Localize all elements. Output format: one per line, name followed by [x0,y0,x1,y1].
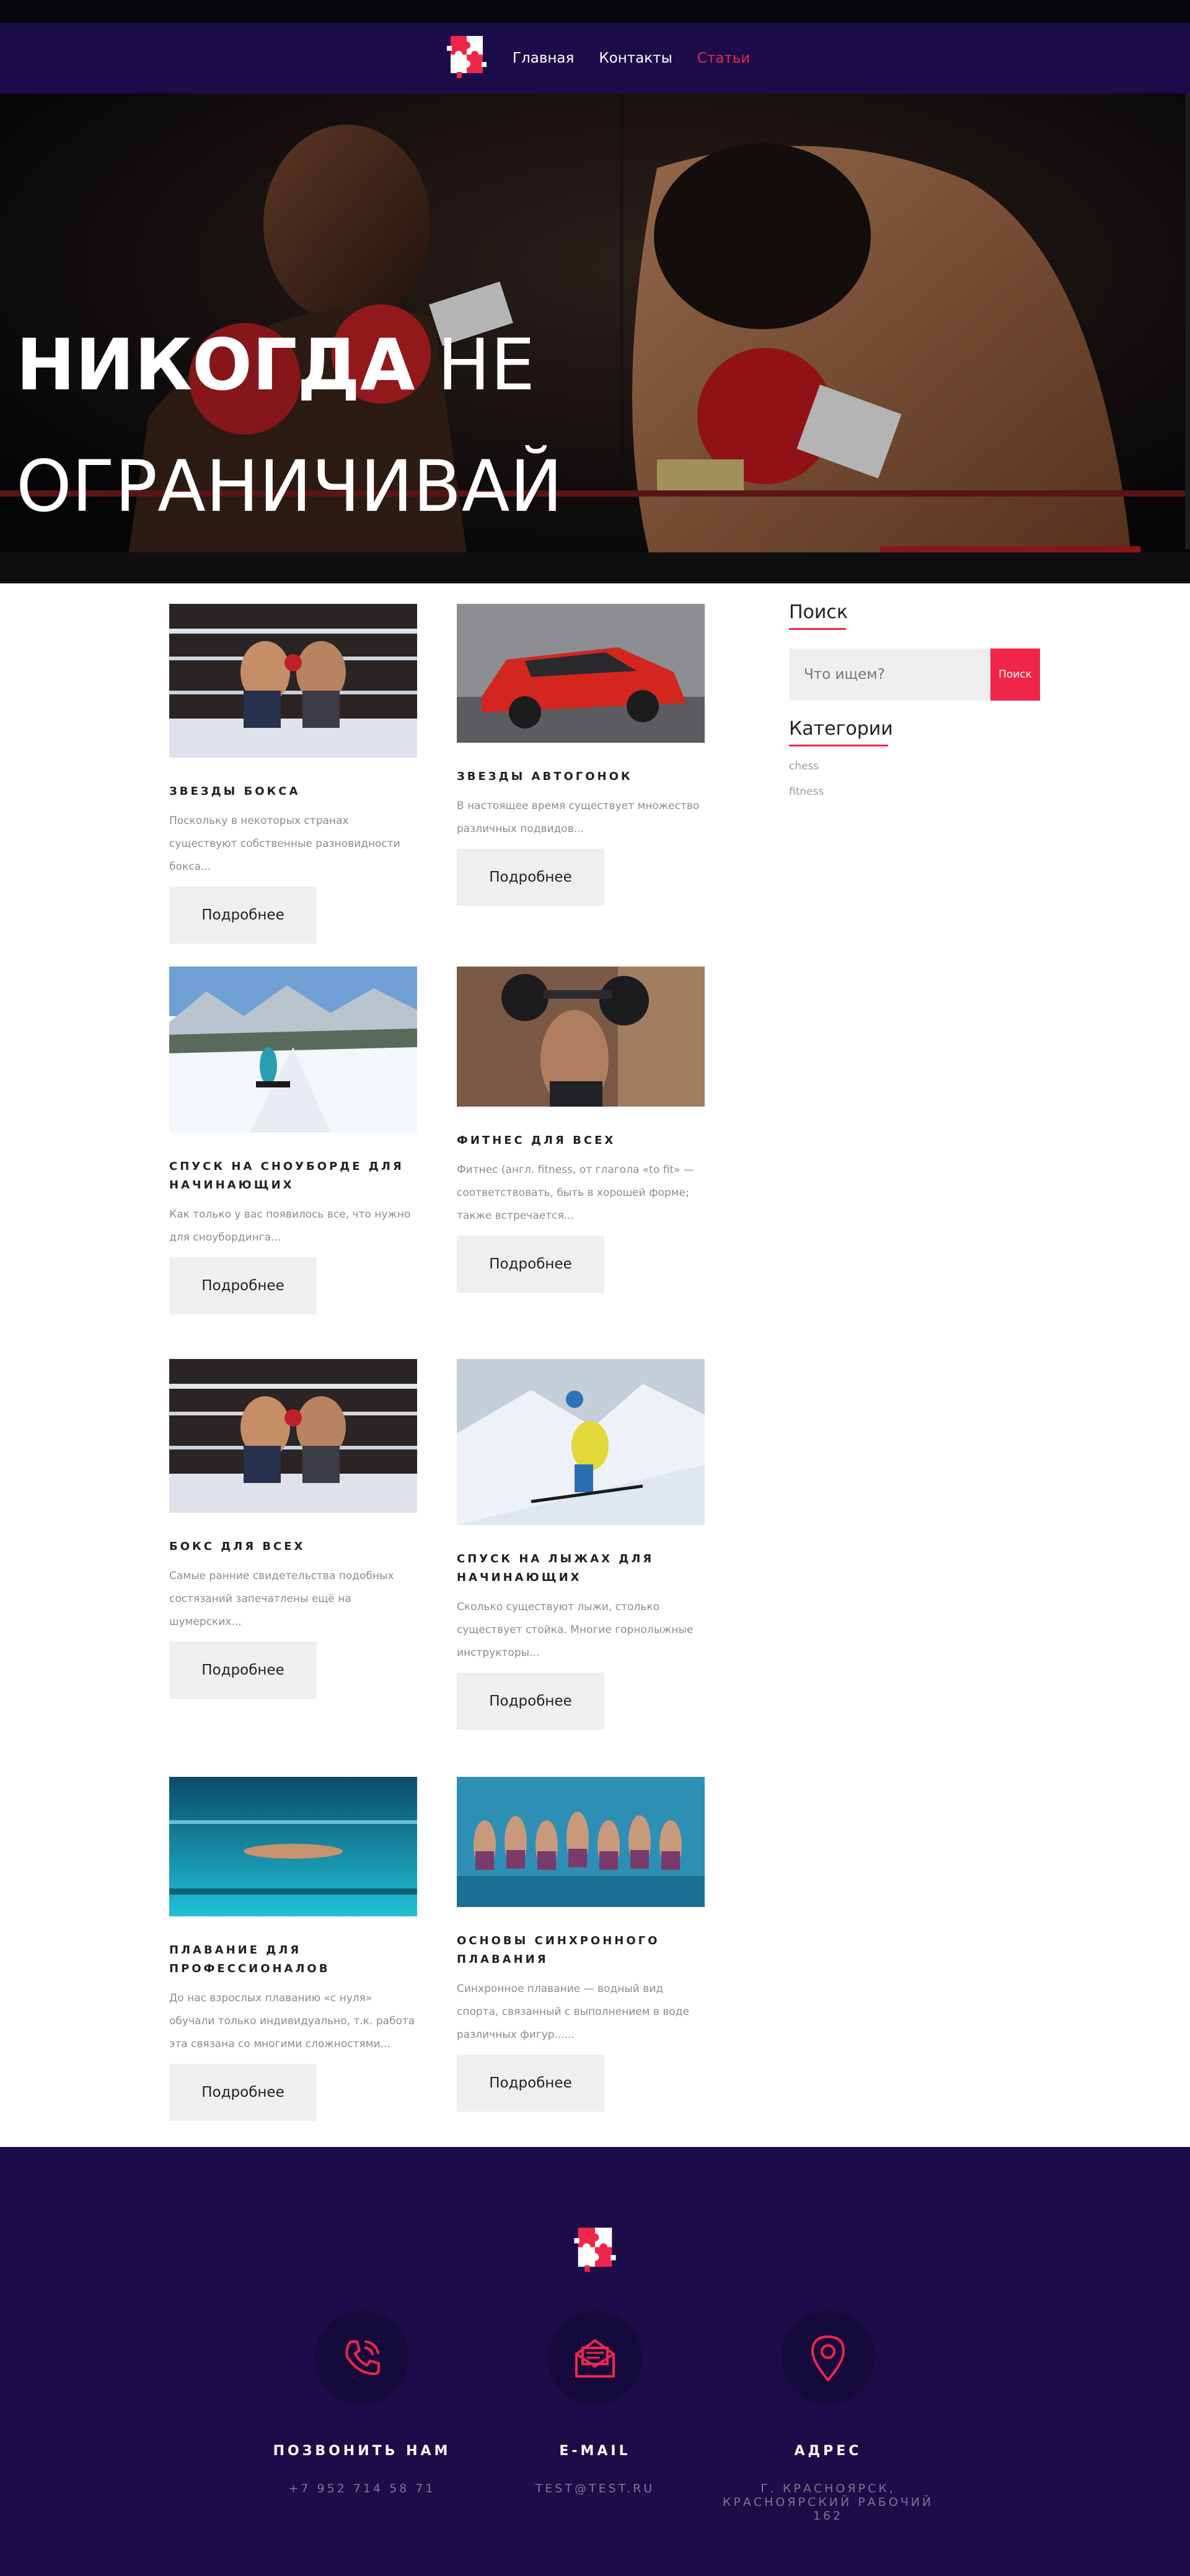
hero-title-bold: НИКОГДА [16,324,415,406]
categories-widget-title: Категории [789,718,893,740]
read-more-button[interactable]: Подробнее [457,2055,604,2112]
read-more-button[interactable]: Подробнее [169,887,317,944]
article-excerpt: Сколько существуют лыжи, столько существ… [457,1601,694,1659]
contact-icon-circle [315,2311,409,2405]
article-card: СПУСК НА СНОУБОРДЕ ДЛЯ НАЧИНАЮЩИХ Как то… [169,967,417,1314]
footer: ПОЗВОНИТЬ НАМ +7 952 714 58 71 E-MAIL TE… [0,2147,1190,2576]
read-more-button[interactable]: Подробнее [457,1236,604,1293]
nav-link-home[interactable]: Главная [513,50,574,66]
search-widget: Поиск Поиск [789,601,1040,701]
mail-icon[interactable] [569,2332,621,2384]
sidebar: Поиск Поиск Категории chess fitness [789,601,1040,798]
read-more-button[interactable]: Подробнее [169,2064,317,2121]
contact-address: АДРЕС Г. КРАСНОЯРСК, КРАСНОЯРСКИЙ РАБОЧИ… [710,2311,946,2523]
contact-icon-circle [548,2311,642,2405]
contact-value[interactable]: TEST@TEST.RU [477,2482,713,2495]
article-image-fitness[interactable] [457,967,705,1107]
article-image-boxing[interactable] [169,1359,417,1513]
read-more-button[interactable]: Подробнее [169,1642,317,1699]
phone-icon[interactable] [337,2333,387,2383]
hero-scrollbar [1185,94,1190,549]
contact-phone: ПОЗВОНИТЬ НАМ +7 952 714 58 71 [244,2311,480,2495]
article-image-snowboard[interactable] [169,967,417,1133]
article-image-swimming[interactable] [169,1777,417,1916]
contact-label: ПОЗВОНИТЬ НАМ [273,2443,451,2459]
article-excerpt: Как только у вас появилось все, что нужн… [169,1208,411,1244]
article-title[interactable]: СПУСК НА ЛЫЖАХ ДЛЯ НАЧИНАЮЩИХ [457,1550,705,1587]
article-card: ФИТНЕС ДЛЯ ВСЕХ Фитнес (англ. fitness, о… [457,967,705,1293]
article-card: ЗВЕЗДЫ БОКСА Поскольку в некоторых стран… [169,604,417,944]
search-input[interactable] [789,648,990,701]
read-more-button[interactable]: Подробнее [169,1257,317,1314]
hero-title: НИКОГДА НЕ ОГРАНИЧИВАЙ [16,304,563,547]
footer-logo[interactable] [569,2224,621,2278]
category-link-fitness[interactable]: fitness [789,786,1040,798]
read-more-button[interactable]: Подробнее [457,1673,604,1730]
contact-value[interactable]: +7 952 714 58 71 [244,2482,480,2495]
article-title[interactable]: ОСНОВЫ СИНХРОННОГО ПЛАВАНИЯ [457,1932,705,1969]
article-excerpt: В настоящее время существует множество р… [457,800,700,835]
article-card: БОКС ДЛЯ ВСЕХ Самые ранние свидетельства… [169,1359,417,1699]
hero-title-rest: НЕ [415,324,536,406]
article-title[interactable]: СПУСК НА СНОУБОРДЕ ДЛЯ НАЧИНАЮЩИХ [169,1157,417,1195]
main-nav: Главная Контакты Статьи [513,50,775,66]
article-image-synchro-swimming[interactable] [457,1777,705,1907]
nav-inner: Главная Контакты Статьи [442,32,775,85]
logo[interactable] [442,33,491,83]
contact-email: E-MAIL TEST@TEST.RU [477,2311,713,2495]
article-card: ПЛАВАНИЕ ДЛЯ ПРОФЕССИОНАЛОВ До нас взрос… [169,1777,417,2121]
article-title[interactable]: ФИТНЕС ДЛЯ ВСЕХ [457,1131,705,1150]
article-excerpt: Поскольку в некоторых странах существуют… [169,815,400,873]
location-icon[interactable] [806,2332,850,2384]
categories-widget: Категории chess fitness [789,718,1040,798]
article-excerpt: Синхронное плавание — водный вид спорта,… [457,1983,689,2041]
contact-value[interactable]: Г. КРАСНОЯРСК, КРАСНОЯРСКИЙ РАБОЧИЙ 162 [710,2482,946,2523]
contact-icon-circle [781,2311,875,2405]
article-card: ЗВЕЗДЫ АВТОГОНОК В настоящее время сущес… [457,604,705,906]
hero-title-line2: ОГРАНИЧИВАЙ [16,445,563,528]
article-excerpt: Фитнес (англ. fitness, от глагола «to fi… [457,1164,694,1222]
hero-banner: НИКОГДА НЕ ОГРАНИЧИВАЙ [0,94,1190,583]
category-link-chess[interactable]: chess [789,760,1040,772]
read-more-button[interactable]: Подробнее [457,849,604,906]
article-image-ski[interactable] [457,1359,705,1525]
search-widget-title: Поиск [789,601,848,623]
article-card: ОСНОВЫ СИНХРОННОГО ПЛАВАНИЯ Синхронное п… [457,1777,705,2112]
article-image-boxing[interactable] [169,604,417,758]
nav-link-articles[interactable]: Статьи [697,50,750,66]
article-excerpt: До нас взрослых плаванию «с нуля» обучал… [169,1992,415,2050]
article-title[interactable]: БОКС ДЛЯ ВСЕХ [169,1538,417,1556]
contact-label: E-MAIL [559,2443,631,2459]
article-excerpt: Самые ранние свидетельства подобных сост… [169,1570,394,1628]
article-title[interactable]: ЗВЕЗДЫ АВТОГОНОК [457,768,705,786]
search-form: Поиск [789,648,1040,701]
article-title[interactable]: ЗВЕЗДЫ БОКСА [169,782,417,801]
contact-label: АДРЕС [794,2443,862,2459]
nav-link-contacts[interactable]: Контакты [599,50,672,66]
article-image-car[interactable] [457,604,705,743]
navbar: Главная Контакты Статьи [0,23,1190,94]
search-button[interactable]: Поиск [990,648,1040,701]
top-strip [0,0,1190,23]
article-card: СПУСК НА ЛЫЖАХ ДЛЯ НАЧИНАЮЩИХ Сколько су… [457,1359,705,1730]
article-title[interactable]: ПЛАВАНИЕ ДЛЯ ПРОФЕССИОНАЛОВ [169,1941,417,1978]
